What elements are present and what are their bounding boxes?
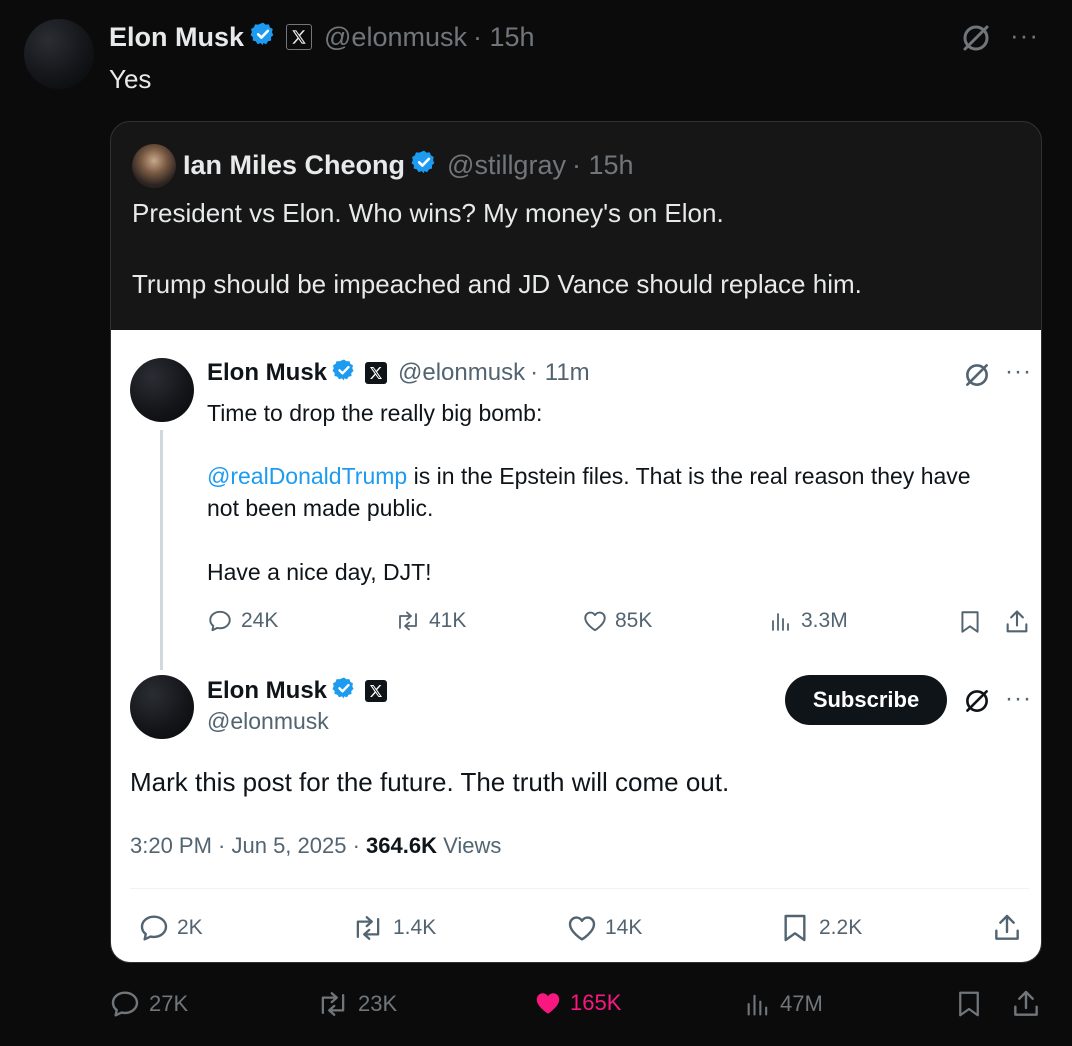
screenshot-post-text-part: is in the Epstein files. That is the rea… xyxy=(407,463,971,489)
verified-badge-icon xyxy=(411,149,437,182)
quote-author-name: Ian Miles Cheong xyxy=(183,149,406,180)
screenshot-like-action: 14K xyxy=(565,912,642,944)
screenshot-post-header: Elon Musk xyxy=(207,676,388,707)
reply-count: 27K xyxy=(149,991,189,1016)
bookmark-icon xyxy=(779,912,811,944)
like-button[interactable]: 165K xyxy=(532,988,621,1018)
tweet-header: Elon Musk @elonmusk · 15h xyxy=(109,20,535,54)
reply-count: 24K xyxy=(241,609,279,632)
bookmark-icon xyxy=(957,608,983,636)
repost-icon xyxy=(349,912,387,944)
post-meta: 3:20 PM · Jun 5, 2025 · 364.6K Views xyxy=(130,833,501,859)
views-button[interactable]: 47M xyxy=(744,988,823,1020)
screenshot-repost-action: 41K xyxy=(393,608,466,634)
more-options-icon: ··· xyxy=(1005,358,1032,385)
quote-header: Ian Miles Cheong @stillgray · 15h xyxy=(183,148,634,182)
verified-badge-icon xyxy=(250,21,276,54)
screenshot-reply-action: 2K xyxy=(137,912,203,944)
screenshot-author-handle: @elonmusk xyxy=(398,359,526,386)
heart-filled-icon xyxy=(532,988,564,1018)
reply-button[interactable]: 27K xyxy=(109,988,188,1020)
tweet-text: Yes xyxy=(109,64,152,94)
x-logo-icon xyxy=(365,680,388,702)
post-timestamp: 3:20 PM · Jun 5, 2025 · xyxy=(130,833,367,858)
share-icon xyxy=(991,912,1023,944)
screenshot-post-time: · 11m xyxy=(530,359,590,386)
screenshot-post-text: not been made public. xyxy=(207,495,434,521)
author-handle[interactable]: @elonmusk xyxy=(324,22,467,53)
divider xyxy=(130,888,1029,889)
screenshot-repost-action: 1.4K xyxy=(349,912,436,944)
tweet-time[interactable]: · 15h xyxy=(473,22,535,53)
mention-link: @realDonaldTrump xyxy=(207,463,408,489)
verified-badge-icon xyxy=(332,358,356,389)
thread-line xyxy=(160,430,163,670)
screenshot-post-text: Mark this post for the future. The truth… xyxy=(130,767,730,797)
x-logo-icon xyxy=(286,24,313,50)
more-options-icon: ··· xyxy=(1005,685,1032,712)
share-icon xyxy=(1003,608,1031,636)
author-name[interactable]: Elon Musk xyxy=(109,22,244,53)
repost-icon xyxy=(314,988,352,1020)
heart-icon xyxy=(581,608,609,634)
subscribe-button: Subscribe xyxy=(785,675,947,725)
screenshot-avatar xyxy=(130,358,194,422)
bookmark-button[interactable] xyxy=(954,988,984,1020)
quote-author-handle: @stillgray xyxy=(447,149,566,180)
share-button[interactable] xyxy=(1010,988,1042,1020)
quoted-tweet-card[interactable]: Ian Miles Cheong @stillgray · 15h Presid… xyxy=(110,121,1042,963)
screenshot-reply-action: 24K xyxy=(207,608,278,634)
verified-badge-icon xyxy=(332,676,356,707)
screenshot-author-name: Elon Musk xyxy=(207,359,328,386)
screenshot-bookmark-action: 2.2K xyxy=(779,912,862,944)
screenshot-post-header: Elon Musk @elonmusk · 11m xyxy=(207,358,590,388)
quote-time: · 15h xyxy=(571,149,634,180)
repost-count: 23K xyxy=(358,991,398,1016)
screenshot-post-text: Time to drop the really big bomb: xyxy=(207,400,543,426)
screenshot-post-text: @realDonaldTrump is in the Epstein files… xyxy=(207,463,971,490)
grok-icon[interactable] xyxy=(960,22,992,59)
views-chart-icon xyxy=(744,988,772,1020)
grok-icon xyxy=(963,687,991,720)
screenshot-author-handle: @elonmusk xyxy=(207,708,329,734)
views-chart-icon xyxy=(769,608,793,634)
repost-button[interactable]: 23K xyxy=(314,988,397,1020)
attached-screenshot-image[interactable]: Elon Musk @elonmusk · 11m ··· Time to dr… xyxy=(111,330,1041,962)
x-logo-icon xyxy=(365,362,388,384)
quote-author-avatar xyxy=(132,144,176,188)
screenshot-views-action: 3.3M xyxy=(769,608,848,634)
screenshot-post-text: Have a nice day, DJT! xyxy=(207,559,432,585)
views-count: 3.3M xyxy=(801,609,848,632)
repost-icon xyxy=(393,608,423,634)
reply-icon xyxy=(207,608,233,634)
views-count: 364.6K xyxy=(366,833,437,858)
views-label: Views xyxy=(436,833,502,858)
screenshot-author-name: Elon Musk xyxy=(207,677,328,704)
quote-text-line: Trump should be impeached and JD Vance s… xyxy=(132,269,862,299)
more-options-icon[interactable]: ··· xyxy=(1010,20,1039,51)
author-avatar[interactable] xyxy=(24,19,94,89)
quote-text-line: President vs Elon. Who wins? My money's … xyxy=(132,198,724,228)
like-count: 85K xyxy=(615,609,653,632)
reply-icon xyxy=(109,988,141,1020)
repost-count: 41K xyxy=(429,609,467,632)
views-count: 47M xyxy=(780,991,823,1016)
like-count: 14K xyxy=(605,916,643,939)
repost-count: 1.4K xyxy=(393,916,437,939)
screenshot-like-action: 85K xyxy=(581,608,652,634)
reply-icon xyxy=(137,912,171,944)
reply-count: 2K xyxy=(177,916,203,939)
share-icon xyxy=(1010,988,1042,1020)
grok-icon xyxy=(963,361,991,394)
bookmark-icon xyxy=(954,988,984,1020)
bookmark-count: 2.2K xyxy=(819,916,863,939)
like-count: 165K xyxy=(570,990,622,1015)
heart-icon xyxy=(565,912,599,944)
screenshot-avatar xyxy=(130,675,194,739)
